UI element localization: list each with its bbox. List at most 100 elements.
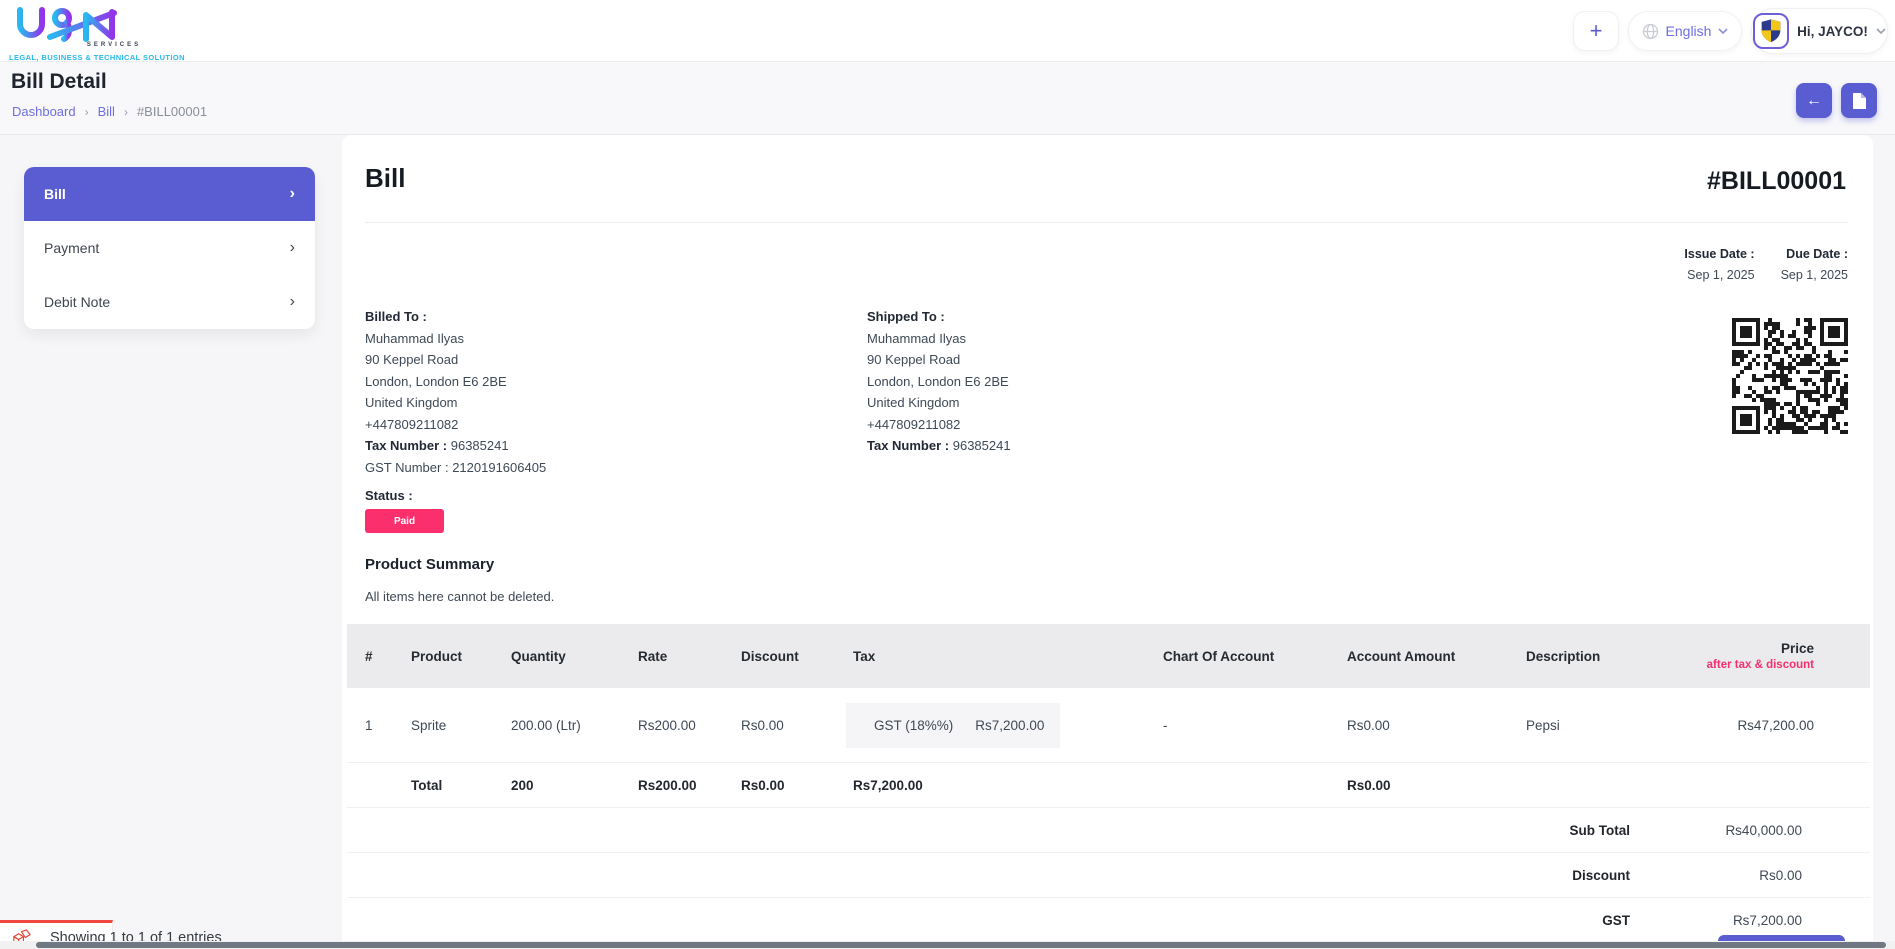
bill-sidebar: Bill › Payment › Debit Note ›	[24, 167, 315, 329]
table-total-row: Total 200 Rs200.00 Rs0.00 Rs7,200.00 Rs0…	[347, 763, 1870, 808]
cell-quantity: 200.00 (Ltr)	[491, 718, 618, 733]
shipped-to-name: Muhammad Ilyas	[867, 328, 1011, 350]
status-label: Status :	[365, 488, 413, 503]
tax-name: GST (18%%)	[874, 718, 953, 733]
quick-add-button[interactable]: +	[1573, 11, 1619, 51]
chevron-right-icon: ›	[290, 240, 295, 256]
subtotal-label: Sub Total	[347, 823, 1630, 838]
col-discount: Discount	[721, 649, 833, 664]
download-document-button[interactable]	[1841, 83, 1877, 118]
col-account-amount: Account Amount	[1327, 649, 1506, 664]
bill-dates: Issue Date : Sep 1, 2025 Due Date : Sep …	[1684, 244, 1848, 286]
billed-to-block: Billed To : Muhammad Ilyas 90 Keppel Roa…	[365, 306, 546, 478]
total-account-amount: Rs0.00	[1327, 778, 1506, 793]
horizontal-scrollbar-thumb[interactable]	[36, 942, 1886, 948]
breadcrumb-bill-link[interactable]: Bill	[98, 104, 115, 119]
tax-chip: GST (18%%) Rs7,200.00	[846, 703, 1060, 748]
billed-to-tax-number: Tax Number : 96385241	[365, 435, 546, 457]
chevron-right-icon: ›	[290, 186, 295, 202]
billed-to-label: Billed To :	[365, 306, 546, 328]
back-button[interactable]: ←	[1796, 83, 1832, 118]
table-header-row: # Product Quantity Rate Discount Tax Cha…	[347, 624, 1870, 688]
billed-to-gst-number: GST Number : 2120191606405	[365, 457, 546, 479]
brand-tagline-text: LEGAL, BUSINESS & TECHNICAL SOLUTION	[9, 53, 177, 62]
chevron-right-icon: ›	[124, 105, 128, 119]
discount-label: Discount	[347, 868, 1630, 883]
product-table: # Product Quantity Rate Discount Tax Cha…	[347, 624, 1870, 943]
bill-heading: Bill	[365, 163, 405, 194]
plus-icon: +	[1590, 20, 1603, 42]
col-quantity: Quantity	[491, 649, 618, 664]
product-summary-title: Product Summary	[365, 556, 494, 573]
back-arrow-icon: ←	[1806, 93, 1822, 109]
issue-date-label: Issue Date :	[1684, 244, 1754, 265]
subtotal-row: Sub Total Rs40,000.00	[347, 808, 1870, 853]
shipped-to-tax-number: Tax Number : 96385241	[867, 435, 1011, 457]
issue-date: Issue Date : Sep 1, 2025	[1684, 244, 1754, 286]
billed-to-name: Muhammad Ilyas	[365, 328, 546, 350]
sidebar-item-label: Payment	[44, 240, 99, 256]
billed-to-address1: 90 Keppel Road	[365, 349, 546, 371]
document-icon	[1852, 92, 1867, 110]
due-date-label: Due Date :	[1781, 244, 1848, 265]
gst-label: GST	[347, 913, 1630, 928]
profile-menu[interactable]: Hi, JAYCO!	[1751, 8, 1888, 54]
sidebar-item-debit-note[interactable]: Debit Note ›	[24, 275, 315, 329]
cell-price: Rs47,200.00	[1683, 718, 1870, 733]
page-header: Bill Detail Dashboard › Bill › #BILL0000…	[0, 62, 1895, 135]
sidebar-item-payment[interactable]: Payment ›	[24, 221, 315, 275]
user-greeting: Hi, JAYCO!	[1797, 24, 1868, 39]
chevron-right-icon: ›	[290, 294, 295, 310]
price-subnote: after tax & discount	[1703, 659, 1814, 671]
product-summary-note: All items here cannot be deleted.	[365, 589, 554, 604]
sidebar-item-bill[interactable]: Bill ›	[24, 167, 315, 221]
shipped-to-country: United Kingdom	[867, 392, 1011, 414]
globe-icon	[1642, 23, 1659, 40]
brand-logo-mark	[10, 6, 170, 44]
issue-date-value: Sep 1, 2025	[1684, 265, 1754, 286]
brand-services-text: SERVICES	[66, 42, 162, 48]
total-discount: Rs0.00	[721, 778, 833, 793]
sidebar-item-label: Debit Note	[44, 294, 110, 310]
bill-number: #BILL00001	[1707, 167, 1846, 196]
col-rate: Rate	[618, 649, 721, 664]
bill-detail-page: SERVICES LEGAL, BUSINESS & TECHNICAL SOL…	[0, 0, 1895, 949]
col-product: Product	[391, 649, 491, 664]
due-date-value: Sep 1, 2025	[1781, 265, 1848, 286]
billed-to-phone: +447809211082	[365, 414, 546, 436]
tax-amount: Rs7,200.00	[975, 718, 1044, 733]
total-tax: Rs7,200.00	[833, 778, 1143, 793]
shipped-to-phone: +447809211082	[867, 414, 1011, 436]
shipped-to-block: Shipped To : Muhammad Ilyas 90 Keppel Ro…	[867, 306, 1011, 457]
chevron-down-icon	[1876, 28, 1886, 35]
total-rate: Rs200.00	[618, 778, 721, 793]
top-navbar: SERVICES LEGAL, BUSINESS & TECHNICAL SOL…	[0, 0, 1895, 62]
cell-rate: Rs200.00	[618, 718, 721, 733]
col-tax: Tax	[833, 649, 1143, 664]
avatar	[1753, 13, 1789, 49]
sidebar-item-label: Bill	[44, 186, 66, 202]
chevron-down-icon	[1718, 28, 1728, 35]
chevron-right-icon: ›	[85, 105, 89, 119]
total-label: Total	[391, 778, 491, 793]
cell-discount: Rs0.00	[721, 718, 833, 733]
breadcrumb-current: #BILL00001	[137, 104, 207, 119]
cell-index: 1	[347, 718, 391, 733]
billed-to-address2: London, London E6 2BE	[365, 371, 546, 393]
gst-value: Rs7,200.00	[1630, 913, 1870, 928]
billed-to-country: United Kingdom	[365, 392, 546, 414]
cell-tax: GST (18%%) Rs7,200.00	[833, 703, 1143, 748]
col-description: Description	[1506, 649, 1683, 664]
page-title: Bill Detail	[11, 70, 107, 94]
col-price: Price after tax & discount	[1683, 641, 1870, 671]
cell-account-amount: Rs0.00	[1327, 718, 1506, 733]
shipped-to-address1: 90 Keppel Road	[867, 349, 1011, 371]
discount-value: Rs0.00	[1630, 868, 1870, 883]
brand-logo[interactable]: SERVICES LEGAL, BUSINESS & TECHNICAL SOL…	[8, 4, 178, 60]
subtotal-value: Rs40,000.00	[1630, 823, 1870, 838]
breadcrumb-dashboard-link[interactable]: Dashboard	[12, 104, 76, 119]
qr-code	[1732, 318, 1849, 430]
language-dropdown[interactable]: English	[1628, 11, 1742, 51]
shipped-to-address2: London, London E6 2BE	[867, 371, 1011, 393]
horizontal-scrollbar	[0, 941, 1895, 949]
